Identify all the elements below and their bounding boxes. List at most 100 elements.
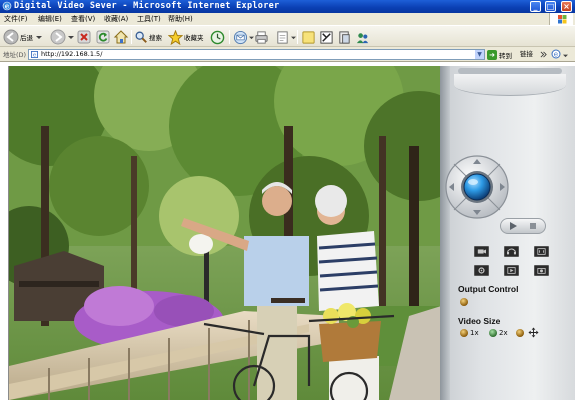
windows-logo-icon [549, 13, 573, 25]
close-button[interactable]: × [561, 1, 572, 12]
title-bar: e Digital Video Sever - Microsoft Intern… [0, 0, 575, 13]
links-chevron-icon[interactable] [540, 51, 547, 58]
record-button[interactable] [474, 246, 489, 257]
refresh-button[interactable] [95, 29, 111, 45]
mail-icon [233, 30, 248, 44]
size-1x-label: 1x [470, 329, 479, 337]
ptz-control[interactable] [444, 154, 510, 220]
home-icon [113, 30, 129, 44]
play-icon [510, 222, 517, 230]
camera-icon [537, 268, 546, 274]
dropdown-icon [36, 36, 42, 39]
stop-icon [77, 30, 91, 44]
note-icon [302, 30, 315, 44]
history-button[interactable] [210, 29, 225, 45]
size-1x-radio[interactable] [460, 329, 468, 337]
settings-button[interactable] [474, 265, 489, 276]
links-label[interactable]: 链接 [520, 49, 533, 60]
toolbar-separator [297, 30, 298, 44]
page-icon: e [31, 51, 38, 58]
menu-tools[interactable]: 工具(T) [137, 13, 161, 25]
camera-control-panel: Output Control Video Size 1x 2x [440, 66, 575, 400]
play-button[interactable] [507, 221, 519, 231]
playback-control [500, 218, 546, 234]
output-control-toggle[interactable] [460, 298, 468, 306]
search-label: 搜索 [149, 34, 162, 42]
back-label: 后退 [20, 34, 33, 42]
dropdown-icon [68, 36, 74, 39]
ptz-left-button[interactable] [445, 180, 459, 194]
address-input[interactable]: e http://192.168.1.5/ ▼ [28, 49, 485, 60]
move-arrows-icon [528, 327, 539, 338]
address-bar: 地址(D) e http://192.168.1.5/ ▼ ➜ 转到 链接 e [0, 47, 575, 62]
back-arrow-icon [3, 29, 19, 45]
video-size-title: Video Size [458, 316, 501, 326]
audio-button[interactable] [504, 246, 519, 257]
fullscreen-button[interactable] [534, 246, 549, 257]
video-camera-icon [477, 249, 486, 254]
go-label: 转到 [499, 51, 512, 60]
video-image [9, 66, 440, 400]
ie-logo-icon: e [2, 2, 12, 11]
document-icon [339, 30, 350, 44]
address-dropdown-icon[interactable]: ▼ [475, 50, 484, 59]
ie-tools-icon[interactable]: e [551, 49, 561, 59]
refresh-icon [96, 30, 110, 44]
people-icon [356, 32, 369, 43]
gear-icon [478, 267, 485, 274]
go-arrow-icon: ➜ [487, 49, 497, 60]
snapshot-button[interactable] [534, 265, 549, 276]
search-button[interactable]: 搜索 [134, 29, 162, 45]
toolbar: 后退 搜索 收藏夹 [0, 25, 575, 47]
menu-favorites[interactable]: 收藏(A) [104, 13, 128, 25]
toolbar-separator [131, 30, 132, 44]
minimize-button[interactable]: _ [530, 1, 541, 12]
maximize-button[interactable]: □ [545, 1, 556, 12]
panel-rail [440, 66, 450, 400]
expand-icon [537, 248, 546, 255]
stop-square-icon [530, 223, 536, 229]
size-full-radio[interactable] [516, 329, 524, 337]
playback-button[interactable] [504, 265, 519, 276]
printer-icon [255, 30, 268, 44]
forward-button[interactable] [50, 29, 74, 45]
window-title: Digital Video Sever - Microsoft Internet… [14, 1, 280, 11]
address-url: http://192.168.1.5/ [41, 50, 103, 58]
size-2x-label: 2x [499, 329, 508, 337]
favorites-label: 收藏夹 [184, 34, 204, 42]
panel-header-curve [454, 74, 566, 96]
favorites-button[interactable]: 收藏夹 [168, 29, 204, 45]
svg-text:e: e [33, 53, 36, 58]
edit-page-icon [277, 30, 288, 44]
star-icon [168, 29, 183, 45]
menu-edit[interactable]: 编辑(E) [38, 13, 62, 25]
headphones-icon [507, 248, 516, 255]
menu-view[interactable]: 查看(V) [71, 13, 95, 25]
print-button[interactable] [254, 29, 269, 45]
menu-help[interactable]: 帮助(H) [168, 13, 193, 25]
back-button[interactable]: 后退 [3, 29, 42, 45]
search-icon [135, 31, 147, 43]
discuss-button[interactable] [301, 29, 316, 45]
menu-file[interactable]: 文件(F) [4, 13, 28, 25]
home-button[interactable] [113, 29, 129, 45]
svg-text:e: e [554, 51, 558, 59]
page-viewport: Output Control Video Size 1x 2x [0, 63, 575, 400]
messenger-button[interactable] [337, 29, 352, 45]
research-button[interactable] [319, 29, 334, 45]
stop-button[interactable] [527, 221, 539, 231]
go-button[interactable]: ➜ 转到 [487, 49, 512, 60]
ptz-right-button[interactable] [495, 180, 509, 194]
size-2x-radio[interactable] [489, 329, 497, 337]
stop-button[interactable] [76, 29, 92, 45]
toolbar-separator [229, 30, 230, 44]
extension-button[interactable] [355, 29, 370, 45]
ptz-up-button[interactable] [470, 155, 484, 169]
address-label: 地址(D) [3, 51, 27, 59]
dropdown-icon[interactable] [563, 53, 568, 58]
ptz-down-button[interactable] [470, 205, 484, 219]
live-video-frame[interactable] [8, 66, 440, 400]
svg-text:e: e [5, 2, 10, 11]
edit-button[interactable] [275, 29, 296, 45]
mail-button[interactable] [233, 29, 254, 45]
